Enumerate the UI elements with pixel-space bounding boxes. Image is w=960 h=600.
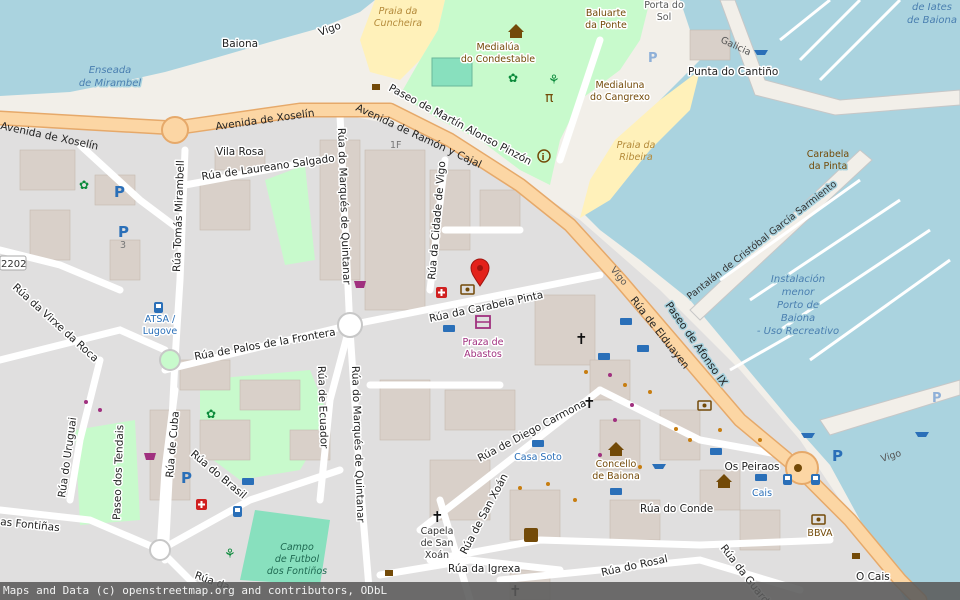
church-icon[interactable]: ✝ — [575, 330, 588, 348]
label-praia-ribeira-1: Praia da — [617, 140, 656, 151]
parking-icon[interactable]: P — [181, 469, 192, 487]
label-iate-2: de Baiona — [907, 15, 957, 26]
parking-icon[interactable]: P — [114, 183, 125, 201]
hotel-icon[interactable] — [620, 318, 632, 325]
playground-icon[interactable]: ✿ — [206, 407, 216, 421]
label-campo-1: Campo — [280, 542, 314, 553]
parking-icon[interactable]: P — [648, 51, 658, 66]
label-enseada-1: Enseada — [89, 65, 132, 76]
water-bay-west — [0, 0, 375, 96]
playground-icon[interactable]: ✿ — [79, 178, 89, 192]
bus-stop-icon[interactable] — [811, 474, 820, 485]
bus-stop-icon[interactable] — [154, 302, 163, 313]
label-road-ref: 2202 — [1, 259, 26, 270]
label-capela-3: Xoán — [425, 550, 449, 561]
roundabout-palos — [337, 312, 363, 338]
label-vila-rosa: Vila Rosa — [216, 146, 264, 158]
shop-icon[interactable] — [144, 453, 156, 460]
fitness-icon[interactable]: ⚘ — [224, 547, 236, 562]
church-icon[interactable]: ✝ — [583, 394, 596, 412]
roundabout-virxe — [159, 349, 181, 371]
cafe-icon[interactable] — [852, 553, 860, 559]
label-baiona-top: Baiona — [222, 38, 258, 50]
svg-text:i: i — [542, 153, 545, 163]
label-medialua-2: do Condestable — [461, 54, 535, 65]
bus-stop-icon[interactable] — [233, 506, 242, 517]
bus-stop-icon[interactable] — [783, 474, 792, 485]
label-enseada-2: de Mirambel — [79, 78, 142, 89]
label-porta-sol-2: Sol — [657, 12, 671, 23]
cafe-icon[interactable] — [372, 84, 380, 90]
label-campo-2: de Futbol — [275, 554, 320, 565]
label-carabela-1: Carabela — [807, 149, 850, 160]
label-instalacion-5: - Uso Recreativo — [757, 326, 839, 337]
church-icon[interactable]: ✝ — [431, 508, 444, 526]
hotel-icon[interactable] — [443, 325, 455, 332]
hotel-icon[interactable] — [532, 440, 544, 447]
label-instalacion-3: Porto de — [777, 300, 819, 311]
label-porta-sol-1: Porta do — [644, 0, 684, 11]
label-atsa-1: ATSA / — [145, 314, 176, 325]
attribution-bar: Maps and Data (c) openstreetmap.org and … — [0, 582, 960, 600]
hotel-icon[interactable] — [710, 448, 722, 455]
museum-icon[interactable] — [524, 528, 538, 542]
label-os-peiraos: Os Peiraos — [724, 461, 779, 473]
road-ref-shield: 2202 — [0, 255, 27, 271]
label-carabela-2: da Pinta — [809, 161, 848, 172]
roundabout-cuba — [149, 539, 171, 561]
label-instalacion-1: Instalación — [771, 273, 825, 285]
pharmacy-icon[interactable] — [196, 499, 207, 510]
label-3: 3 — [120, 240, 126, 251]
parking-icon[interactable]: P — [832, 447, 843, 465]
hotel-icon[interactable] — [242, 478, 254, 485]
parking-icon[interactable]: P — [932, 391, 942, 406]
label-campo-3: dos Fontiños — [267, 566, 327, 577]
label-baluarte-2: da Ponte — [585, 20, 627, 31]
roundabout-xoselin — [161, 116, 189, 144]
picnic-icon[interactable]: π — [545, 90, 554, 106]
label-atsa-2: Lugove — [143, 326, 178, 337]
fitness-icon[interactable]: ⚘ — [548, 73, 560, 88]
label-capela-2: de San — [421, 538, 454, 549]
hotel-icon[interactable] — [598, 353, 610, 360]
label-praza-abastos-1: Praza de — [463, 337, 504, 348]
label-instalacion-4: Baiona — [781, 313, 815, 324]
fountain-icon[interactable] — [794, 464, 802, 472]
label-praia-cuncheira-1: Praia da — [379, 6, 418, 17]
label-praza-abastos-2: Abastos — [464, 349, 502, 360]
label-1f: 1F — [390, 140, 402, 151]
label-praia-cuncheira-2: Cuncheira — [374, 18, 422, 29]
label-punta-cantino: Punta do Cantiño — [688, 66, 778, 78]
map-view[interactable]: Baiona Vigo Enseada de Mirambel Praia da… — [0, 0, 960, 600]
label-casa-soto: Casa Soto — [514, 452, 562, 463]
label-capela-1: Capela — [421, 526, 454, 537]
cafe-icon[interactable] — [385, 570, 393, 576]
hotel-icon[interactable] — [637, 345, 649, 352]
hotel-icon[interactable] — [610, 488, 622, 495]
pharmacy-icon[interactable] — [436, 287, 447, 298]
label-iate-1: de Iates — [912, 2, 952, 13]
shop-icon[interactable] — [354, 281, 366, 288]
label-rua-conde: Rúa do Conde — [640, 503, 713, 515]
parking-icon[interactable]: P — [118, 223, 129, 241]
label-medialua-1: Medialúa — [476, 42, 519, 53]
label-bbva: BBVA — [807, 528, 833, 539]
label-concello-1: Concello — [596, 459, 637, 470]
label-baluarte-1: Baluarte — [586, 8, 626, 19]
label-medialuna-1: Medialuna — [595, 80, 644, 91]
label-praia-ribeira-2: Ribeira — [619, 152, 653, 163]
map-canvas[interactable]: Baiona Vigo Enseada de Mirambel Praia da… — [0, 0, 960, 600]
label-cais: Cais — [752, 488, 772, 499]
label-rua-igrexa: Rúa da Igrexa — [448, 563, 520, 575]
park-tendais — [75, 420, 140, 525]
hotel-icon[interactable] — [755, 474, 767, 481]
label-concello-2: de Baiona — [592, 471, 640, 482]
playground-icon[interactable]: ✿ — [508, 71, 518, 85]
label-instalacion-2: menor — [782, 287, 815, 298]
label-medialuna-2: do Cangrexo — [590, 92, 650, 103]
